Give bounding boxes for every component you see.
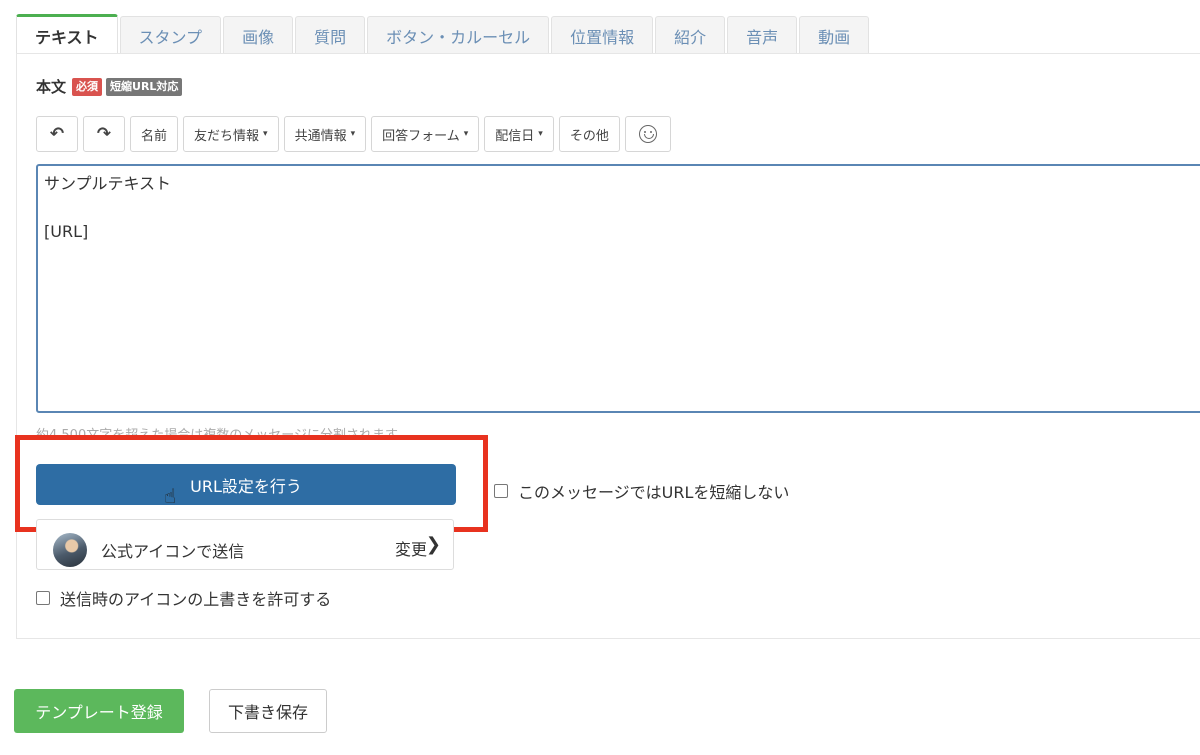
redo-button[interactable]: ↷ — [83, 116, 125, 152]
caret-down-icon: ▾ — [538, 129, 543, 139]
no-shorten-label: このメッセージではURLを短縮しない — [518, 483, 790, 502]
tab-image[interactable]: 画像 — [223, 16, 294, 54]
tab-location[interactable]: 位置情報 — [551, 16, 654, 54]
message-textarea[interactable]: サンプルテキスト [URL] — [36, 164, 1200, 413]
delivery-date-label: 配信日 — [495, 128, 535, 144]
body-field-label: 本文 必須 短縮URL対応 — [36, 76, 186, 97]
other-label: その他 — [569, 128, 609, 144]
tab-video[interactable]: 動画 — [799, 16, 870, 54]
undo-icon: ↶ — [49, 124, 65, 144]
no-shorten-option: このメッセージではURLを短縮しない — [494, 479, 789, 503]
allow-override-label: 送信時のアイコンの上書きを許可する — [60, 590, 332, 609]
short-url-badge: 短縮URL対応 — [106, 77, 183, 96]
undo-button[interactable]: ↶ — [36, 116, 78, 152]
answer-form-label: 回答フォーム — [382, 128, 460, 144]
sender-icon-label: 公式アイコンで送信 — [101, 542, 245, 561]
answer-form-dropdown[interactable]: 回答フォーム ▾ — [371, 116, 480, 152]
chevron-right-icon[interactable]: ❯ — [426, 534, 441, 555]
save-draft-button[interactable]: 下書き保存 — [209, 689, 327, 733]
tab-text[interactable]: テキスト — [16, 14, 118, 54]
tab-audio[interactable]: 音声 — [727, 16, 798, 54]
tab-introduction[interactable]: 紹介 — [655, 16, 726, 54]
body-label: 本文 — [36, 78, 67, 96]
caret-down-icon: ▾ — [350, 129, 356, 139]
allow-override-option: 送信時のアイコンの上書きを許可する — [36, 586, 331, 610]
tab-button-carousel[interactable]: ボタン・カルーセル — [367, 16, 550, 54]
redo-icon: ↷ — [96, 124, 112, 144]
friend-info-dropdown[interactable]: 友だち情報 ▾ — [183, 116, 279, 152]
tab-question[interactable]: 質問 — [295, 16, 366, 54]
change-icon-link[interactable]: 変更 — [395, 536, 427, 560]
emoji-button[interactable] — [624, 116, 671, 152]
message-type-tabs: テキスト スタンプ 画像 質問 ボタン・カルーセル 位置情報 紹介 音声 動画 — [16, 14, 871, 54]
register-template-button[interactable]: テンプレート登録 — [14, 689, 184, 733]
common-info-dropdown[interactable]: 共通情報 ▾ — [283, 116, 367, 152]
insert-name-label: 名前 — [141, 128, 168, 144]
insert-name-button[interactable]: 名前 — [130, 116, 179, 152]
caret-down-icon: ▾ — [263, 129, 268, 139]
smiley-icon — [638, 125, 657, 143]
delivery-date-dropdown[interactable]: 配信日 ▾ — [484, 116, 554, 152]
required-badge: 必須 — [72, 77, 103, 96]
highlight-box — [15, 435, 488, 532]
avatar — [53, 533, 87, 567]
sender-icon-row: 公式アイコンで送信 変更 ❯ — [36, 519, 454, 570]
tab-stamp[interactable]: スタンプ — [119, 16, 222, 54]
editor-toolbar: ↶ ↷ 名前 友だち情報 ▾ 共通情報 ▾ 回答フォーム ▾ 配信日 ▾ その他 — [36, 116, 676, 152]
friend-info-label: 友だち情報 — [194, 128, 260, 144]
other-button[interactable]: その他 — [558, 116, 620, 152]
save-draft-label: 下書き保存 — [227, 703, 308, 722]
caret-down-icon: ▾ — [463, 129, 469, 139]
common-info-label: 共通情報 — [294, 128, 347, 144]
no-shorten-checkbox[interactable] — [494, 484, 508, 498]
allow-override-checkbox[interactable] — [36, 591, 50, 605]
register-template-label: テンプレート登録 — [35, 703, 163, 722]
